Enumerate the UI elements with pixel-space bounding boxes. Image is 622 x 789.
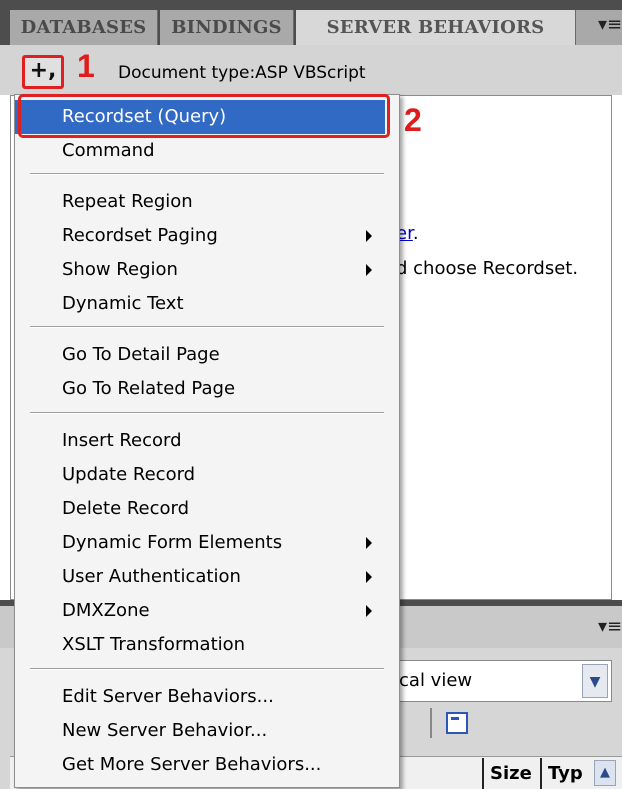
- submenu-arrow-icon: [366, 537, 372, 549]
- menu-separator: [30, 173, 384, 175]
- add-server-behavior-button[interactable]: +,: [22, 55, 64, 89]
- menu-item-new-server-behavior[interactable]: New Server Behavior...: [15, 714, 385, 748]
- document-type-label: Document type:ASP VBScript: [118, 63, 366, 83]
- menu-separator: [30, 412, 384, 414]
- menu-separator: [30, 668, 384, 670]
- step-1-annotation: 1: [77, 48, 95, 84]
- step-2-annotation: 2: [404, 102, 422, 138]
- menu-item-show-region[interactable]: Show Region: [15, 253, 385, 287]
- menu-item-insert-record[interactable]: Insert Record: [15, 424, 385, 458]
- menu-item-dmxzone[interactable]: DMXZone: [15, 594, 385, 628]
- tab-bindings[interactable]: BINDINGS: [160, 10, 294, 45]
- submenu-arrow-icon: [366, 230, 372, 242]
- expand-icon[interactable]: [446, 712, 468, 734]
- menu-item-delete-record[interactable]: Delete Record: [15, 492, 385, 526]
- toolbar-divider: [430, 708, 432, 738]
- step-2-highlight-box: [18, 94, 390, 138]
- submenu-arrow-icon: [366, 264, 372, 276]
- menu-item-recordset-paging[interactable]: Recordset Paging: [15, 219, 385, 253]
- menu-item-go-to-detail-page[interactable]: Go To Detail Page: [15, 338, 385, 372]
- menu-item-xslt-transformation[interactable]: XSLT Transformation: [15, 628, 385, 662]
- scroll-up-arrow-icon[interactable]: ▲: [594, 760, 616, 786]
- menu-item-edit-server-behaviors[interactable]: Edit Server Behaviors...: [15, 680, 385, 714]
- menu-item-dynamic-text[interactable]: Dynamic Text: [15, 287, 385, 321]
- menu-item-update-record[interactable]: Update Record: [15, 458, 385, 492]
- files-panel-options-icon[interactable]: ▾≡: [598, 616, 622, 638]
- panel-options-icon[interactable]: ▾≡: [598, 14, 622, 36]
- tab-server-behaviors[interactable]: SERVER BEHAVIORS: [296, 10, 576, 45]
- menu-item-dynamic-form-elements[interactable]: Dynamic Form Elements: [15, 526, 385, 560]
- content-instructions-line2: d choose Recordset.: [396, 258, 579, 279]
- column-header-type[interactable]: Typ: [540, 758, 592, 789]
- menu-item-user-authentication[interactable]: User Authentication: [15, 560, 385, 594]
- menu-item-go-to-related-page[interactable]: Go To Related Page: [15, 372, 385, 406]
- menu-separator: [30, 326, 384, 328]
- submenu-arrow-icon: [366, 571, 372, 583]
- content-link-suffix: .: [412, 223, 419, 244]
- menu-item-repeat-region[interactable]: Repeat Region: [15, 185, 385, 219]
- view-select-value: ocal view: [388, 670, 473, 691]
- menu-item-get-more-server-behaviors[interactable]: Get More Server Behaviors...: [15, 748, 385, 782]
- column-header-size[interactable]: Size: [482, 758, 540, 789]
- tab-databases[interactable]: DATABASES: [10, 10, 158, 45]
- chevron-down-icon[interactable]: ▼: [582, 664, 608, 698]
- menu-item-command[interactable]: Command: [15, 134, 385, 168]
- submenu-arrow-icon: [366, 605, 372, 617]
